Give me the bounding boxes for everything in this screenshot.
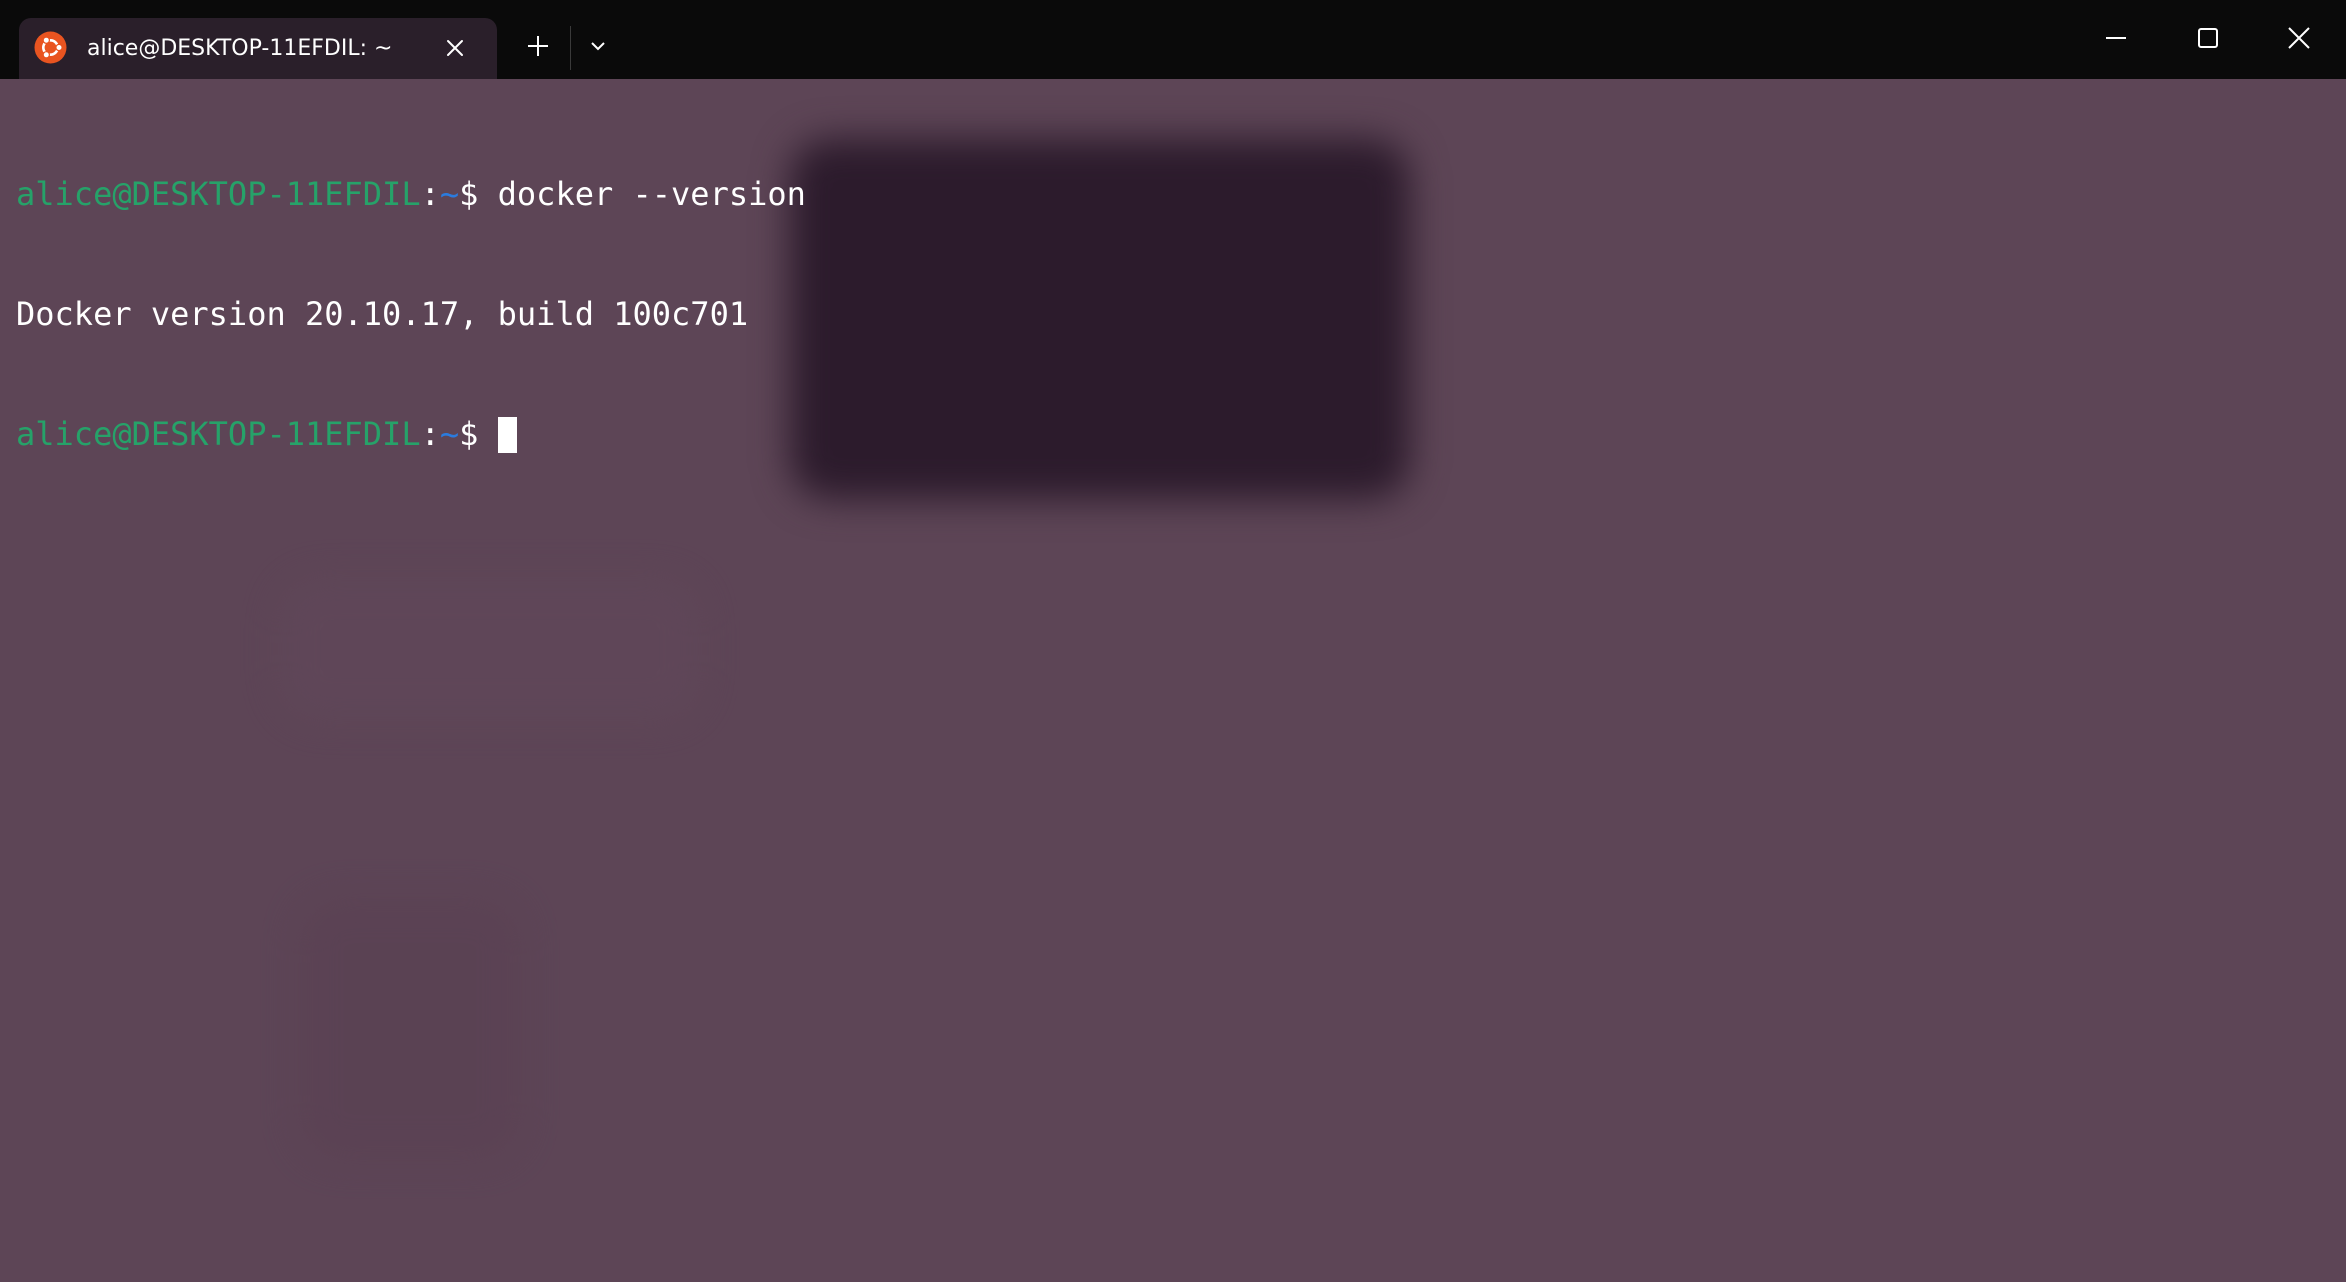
- tab-dropdown-button[interactable]: [582, 30, 614, 62]
- terminal-output: alice@DESKTOP-11EFDIL:~$ docker --versio…: [16, 94, 806, 534]
- prompt-colon: :: [420, 415, 440, 453]
- terminal-line-command: alice@DESKTOP-11EFDIL:~$ docker --versio…: [16, 174, 806, 214]
- terminal-window: alice@DESKTOP-11EFDIL: ~ alice@DESKTOP-1…: [0, 0, 2346, 1282]
- terminal-line-output: Docker version 20.10.17, build 100c701: [16, 294, 806, 334]
- prompt-dollar: $: [459, 175, 498, 213]
- prompt-user: alice@DESKTOP-11EFDIL: [16, 175, 421, 213]
- close-tab-icon[interactable]: [440, 33, 470, 63]
- prompt-path: ~: [439, 415, 460, 453]
- command-text: docker --version: [497, 175, 806, 213]
- tab-separator: [570, 26, 571, 70]
- tab-title: alice@DESKTOP-11EFDIL: ~: [87, 36, 393, 61]
- background-blur: [280, 579, 700, 719]
- title-bar[interactable]: alice@DESKTOP-11EFDIL: ~: [0, 0, 2346, 79]
- terminal-line-prompt: alice@DESKTOP-11EFDIL:~$: [16, 414, 806, 454]
- text-cursor: [497, 417, 517, 453]
- ubuntu-icon: [34, 31, 67, 64]
- background-blur: [790, 139, 1410, 499]
- chevron-down-icon: [591, 42, 605, 51]
- prompt-path: ~: [439, 175, 460, 213]
- prompt-colon: :: [420, 175, 440, 213]
- minimize-button[interactable]: [2096, 18, 2136, 58]
- output-text: Docker version 20.10.17, build 100c701: [16, 295, 749, 333]
- close-icon: [2288, 27, 2310, 49]
- prompt-user: alice@DESKTOP-11EFDIL: [16, 415, 421, 453]
- plus-icon: [528, 36, 548, 56]
- new-tab-button[interactable]: [520, 28, 556, 64]
- maximize-button[interactable]: [2188, 18, 2228, 58]
- terminal-pane[interactable]: alice@DESKTOP-11EFDIL:~$ docker --versio…: [0, 79, 2346, 1282]
- prompt-dollar: $: [459, 415, 498, 453]
- maximize-icon: [2198, 28, 2218, 48]
- background-blur: [300, 899, 520, 1159]
- close-window-button[interactable]: [2279, 18, 2319, 58]
